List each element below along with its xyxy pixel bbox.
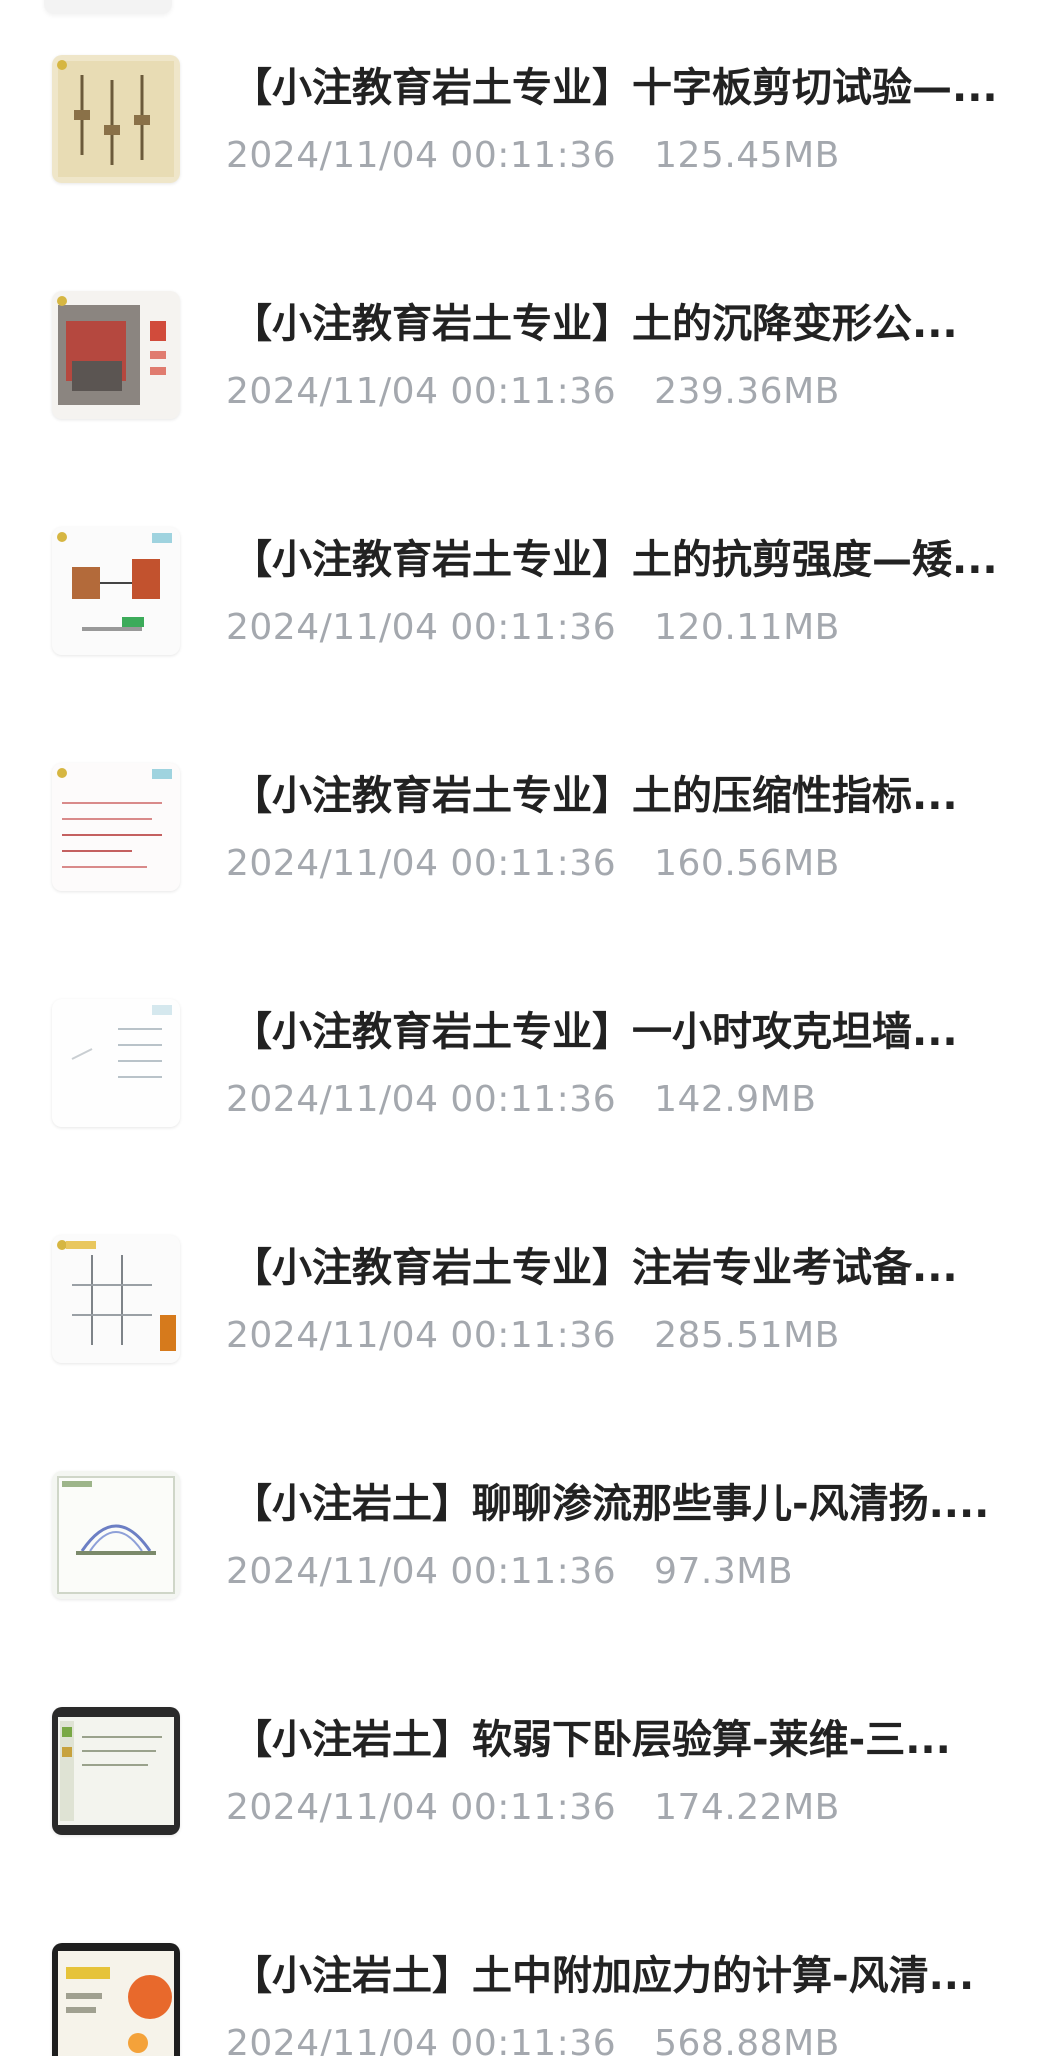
- file-list-screen: 【小注教育岩土专业】十字板剪切试验—... 2024/11/04 00:11:3…: [0, 0, 1053, 2056]
- file-title: 【小注教育岩土专业】一小时攻克坦墙...: [232, 1009, 958, 1055]
- file-size: 568.88MB: [654, 2023, 840, 2056]
- file-title: 【小注教育岩土专业】十字板剪切试验—...: [232, 65, 998, 111]
- file-item[interactable]: 【小注教育岩土专业】一小时攻克坦墙... 2024/11/04 00:11:36…: [0, 999, 1053, 1199]
- file-meta: 2024/11/04 00:11:36 142.9MB: [226, 1077, 816, 1123]
- file-item[interactable]: 【小注教育岩土专业】土的抗剪强度—矮... 2024/11/04 00:11:3…: [0, 527, 1053, 727]
- file-size: 285.51MB: [654, 1315, 840, 1356]
- video-thumbnail: [52, 291, 180, 419]
- file-meta: 2024/11/04 00:11:36 125.45MB: [226, 133, 840, 179]
- file-size: 125.45MB: [654, 135, 840, 176]
- file-item[interactable]: 【小注岩土】土中附加应力的计算-风清... 2024/11/04 00:11:3…: [0, 1943, 1053, 2056]
- file-date: 2024/11/04 00:11:36: [226, 1787, 617, 1828]
- file-date: 2024/11/04 00:11:36: [226, 371, 617, 412]
- file-date: 2024/11/04 00:11:36: [226, 1079, 617, 1120]
- file-date: 2024/11/04 00:11:36: [226, 1551, 617, 1592]
- file-date: 2024/11/04 00:11:36: [226, 607, 617, 648]
- file-date: 2024/11/04 00:11:36: [226, 843, 617, 884]
- file-meta: 2024/11/04 00:11:36 174.22MB: [226, 1785, 840, 1831]
- file-size: 97.3MB: [654, 1551, 794, 1592]
- file-meta: 2024/11/04 00:11:36 285.51MB: [226, 1313, 840, 1359]
- file-meta: 2024/11/04 00:11:36 160.56MB: [226, 841, 840, 887]
- file-size: 120.11MB: [654, 607, 840, 648]
- file-item[interactable]: 【小注岩土】软弱下卧层验算-莱维-三... 2024/11/04 00:11:3…: [0, 1707, 1053, 1907]
- video-thumbnail: [52, 999, 180, 1127]
- file-size: 142.9MB: [654, 1079, 817, 1120]
- file-meta: 2024/11/04 00:11:36 568.88MB: [226, 2021, 840, 2056]
- file-size: 174.22MB: [654, 1787, 840, 1828]
- previous-item-edge: [44, 0, 172, 14]
- video-thumbnail: [52, 55, 180, 183]
- file-title: 【小注岩土】聊聊渗流那些事儿-风清扬....: [232, 1481, 990, 1527]
- file-title: 【小注教育岩土专业】土的抗剪强度—矮...: [232, 537, 998, 583]
- video-thumbnail: [52, 1707, 180, 1835]
- file-title: 【小注教育岩土专业】土的沉降变形公...: [232, 301, 958, 347]
- file-title: 【小注岩土】软弱下卧层验算-莱维-三...: [232, 1717, 951, 1763]
- file-date: 2024/11/04 00:11:36: [226, 1315, 617, 1356]
- file-size: 160.56MB: [654, 843, 840, 884]
- file-item[interactable]: 【小注教育岩土专业】土的压缩性指标... 2024/11/04 00:11:36…: [0, 763, 1053, 963]
- video-thumbnail: [52, 763, 180, 891]
- video-thumbnail: [52, 1471, 180, 1599]
- file-item[interactable]: 【小注教育岩土专业】注岩专业考试备... 2024/11/04 00:11:36…: [0, 1235, 1053, 1435]
- video-thumbnail: [52, 527, 180, 655]
- file-title: 【小注岩土】土中附加应力的计算-风清...: [232, 1953, 975, 1999]
- file-item[interactable]: 【小注岩土】聊聊渗流那些事儿-风清扬.... 2024/11/04 00:11:…: [0, 1471, 1053, 1671]
- file-size: 239.36MB: [654, 371, 840, 412]
- file-title: 【小注教育岩土专业】土的压缩性指标...: [232, 773, 958, 819]
- file-meta: 2024/11/04 00:11:36 120.11MB: [226, 605, 840, 651]
- file-meta: 2024/11/04 00:11:36 97.3MB: [226, 1549, 793, 1595]
- file-item[interactable]: 【小注教育岩土专业】土的沉降变形公... 2024/11/04 00:11:36…: [0, 291, 1053, 491]
- file-title: 【小注教育岩土专业】注岩专业考试备...: [232, 1245, 958, 1291]
- video-thumbnail: [52, 1943, 180, 2056]
- file-item[interactable]: 【小注教育岩土专业】十字板剪切试验—... 2024/11/04 00:11:3…: [0, 55, 1053, 255]
- file-date: 2024/11/04 00:11:36: [226, 2023, 617, 2056]
- file-date: 2024/11/04 00:11:36: [226, 135, 617, 176]
- file-meta: 2024/11/04 00:11:36 239.36MB: [226, 369, 840, 415]
- video-thumbnail: [52, 1235, 180, 1363]
